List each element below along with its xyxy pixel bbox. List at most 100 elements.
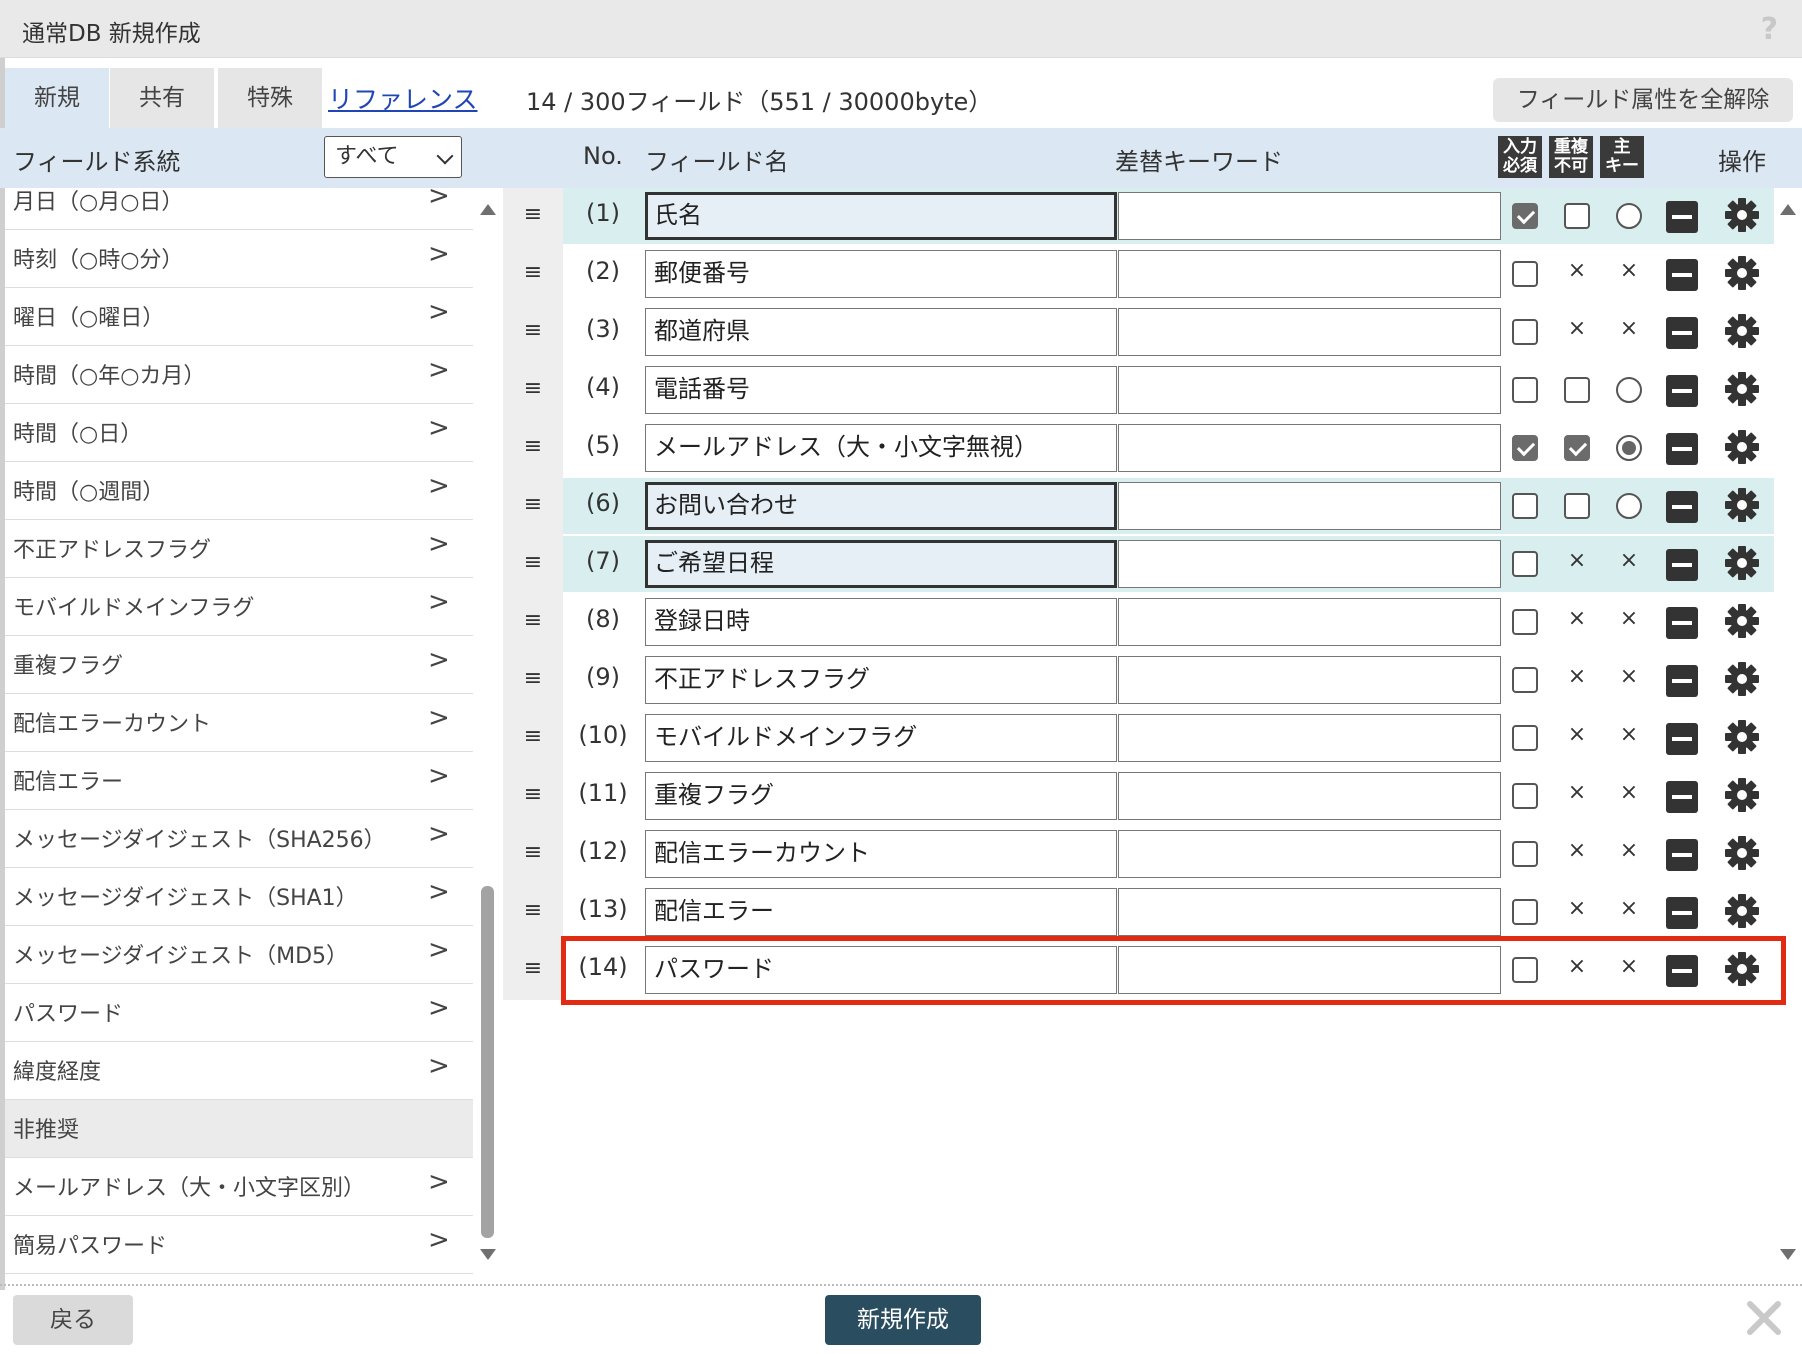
required-checkbox[interactable]: [1512, 841, 1538, 867]
keyword-input[interactable]: [1118, 192, 1501, 240]
back-button[interactable]: 戻る: [13, 1295, 133, 1345]
keyword-input[interactable]: [1118, 366, 1501, 414]
gear-icon[interactable]: [1723, 370, 1761, 408]
field-name-input[interactable]: 不正アドレスフラグ: [645, 656, 1117, 704]
field-category-item[interactable]: 月日（○月○日） >: [5, 188, 473, 230]
keyword-input[interactable]: [1118, 888, 1501, 936]
keyword-input[interactable]: [1118, 656, 1501, 704]
gear-icon[interactable]: [1723, 196, 1761, 234]
keyword-input[interactable]: [1118, 308, 1501, 356]
keyword-input[interactable]: [1118, 772, 1501, 820]
keyword-input[interactable]: [1118, 250, 1501, 298]
remove-field-button[interactable]: [1666, 491, 1698, 523]
field-name-input[interactable]: メールアドレス（大・小文字無視）: [645, 424, 1117, 472]
field-name-input[interactable]: ご希望日程: [645, 540, 1117, 588]
field-category-item[interactable]: メッセージダイジェスト（SHA256） >: [5, 810, 473, 868]
scroll-up-icon[interactable]: [480, 204, 496, 215]
remove-field-button[interactable]: [1666, 201, 1698, 233]
gear-icon[interactable]: [1723, 486, 1761, 524]
remove-field-button[interactable]: [1666, 317, 1698, 349]
keyword-input[interactable]: [1118, 830, 1501, 878]
clear-all-attributes-button[interactable]: フィールド属性を全解除: [1493, 78, 1793, 122]
scroll-down-icon[interactable]: [1780, 1249, 1796, 1260]
drag-handle-icon[interactable]: ≡: [503, 188, 563, 244]
create-button[interactable]: 新規作成: [825, 1295, 981, 1345]
left-scroll-thumb[interactable]: [481, 886, 494, 1238]
drag-handle-icon[interactable]: ≡: [503, 652, 563, 708]
field-category-item[interactable]: 不正アドレスフラグ >: [5, 520, 473, 578]
field-category-item[interactable]: メッセージダイジェスト（SHA1） >: [5, 868, 473, 926]
scroll-up-icon[interactable]: [1780, 204, 1796, 215]
left-scrollbar[interactable]: [476, 188, 500, 1276]
field-category-item[interactable]: 重複フラグ >: [5, 636, 473, 694]
remove-field-button[interactable]: [1666, 665, 1698, 697]
drag-handle-icon[interactable]: ≡: [503, 420, 563, 476]
gear-icon[interactable]: [1723, 254, 1761, 292]
unique-checkbox[interactable]: [1564, 377, 1590, 403]
drag-handle-icon[interactable]: ≡: [503, 768, 563, 824]
reference-link[interactable]: リファレンス: [328, 80, 478, 116]
keyword-input[interactable]: [1118, 598, 1501, 646]
remove-field-button[interactable]: [1666, 839, 1698, 871]
field-category-item[interactable]: 時刻（○時○分） >: [5, 230, 473, 288]
field-category-item[interactable]: メールアドレス（大・小文字区別） >: [5, 1158, 473, 1216]
scroll-down-icon[interactable]: [480, 1249, 496, 1260]
keyword-input[interactable]: [1118, 482, 1501, 530]
gear-icon[interactable]: [1723, 834, 1761, 872]
drag-handle-icon[interactable]: ≡: [503, 536, 563, 592]
drag-handle-icon[interactable]: ≡: [503, 478, 563, 534]
field-name-input[interactable]: 郵便番号: [645, 250, 1117, 298]
field-category-item[interactable]: 緯度経度 >: [5, 1042, 473, 1100]
field-category-item[interactable]: 配信エラーカウント >: [5, 694, 473, 752]
gear-icon[interactable]: [1723, 602, 1761, 640]
gear-icon[interactable]: [1723, 892, 1761, 930]
field-category-item[interactable]: 時間（○日） >: [5, 404, 473, 462]
drag-handle-icon[interactable]: ≡: [503, 246, 563, 302]
required-checkbox[interactable]: [1512, 899, 1538, 925]
drag-handle-icon[interactable]: ≡: [503, 362, 563, 418]
remove-field-button[interactable]: [1666, 259, 1698, 291]
required-checkbox[interactable]: [1512, 319, 1538, 345]
gear-icon[interactable]: [1723, 660, 1761, 698]
required-checkbox[interactable]: [1512, 261, 1538, 287]
gear-icon[interactable]: [1723, 428, 1761, 466]
remove-field-button[interactable]: [1666, 433, 1698, 465]
field-name-input[interactable]: モバイルドメインフラグ: [645, 714, 1117, 762]
required-checkbox[interactable]: [1512, 493, 1538, 519]
drag-handle-icon[interactable]: ≡: [503, 942, 563, 998]
remove-field-button[interactable]: [1666, 549, 1698, 581]
required-checkbox[interactable]: [1512, 435, 1538, 461]
required-checkbox[interactable]: [1512, 551, 1538, 577]
gear-icon[interactable]: [1723, 776, 1761, 814]
remove-field-button[interactable]: [1666, 897, 1698, 929]
keyword-input[interactable]: [1118, 540, 1501, 588]
field-category-item[interactable]: パスワード >: [5, 984, 473, 1042]
primary-key-radio[interactable]: [1616, 203, 1642, 229]
field-category-item[interactable]: メッセージダイジェスト（MD5） >: [5, 926, 473, 984]
required-checkbox[interactable]: [1512, 203, 1538, 229]
help-icon[interactable]: ?: [1761, 12, 1778, 47]
keyword-input[interactable]: [1118, 714, 1501, 762]
gear-icon[interactable]: [1723, 312, 1761, 350]
drag-handle-icon[interactable]: ≡: [503, 710, 563, 766]
required-checkbox[interactable]: [1512, 725, 1538, 751]
unique-checkbox[interactable]: [1564, 435, 1590, 461]
drag-handle-icon[interactable]: ≡: [503, 594, 563, 650]
primary-key-radio[interactable]: [1616, 493, 1642, 519]
required-checkbox[interactable]: [1512, 377, 1538, 403]
field-name-input[interactable]: 重複フラグ: [645, 772, 1117, 820]
field-category-item[interactable]: 時間（○年○カ月） >: [5, 346, 473, 404]
field-category-item[interactable]: 簡易パスワード >: [5, 1216, 473, 1274]
drag-handle-icon[interactable]: ≡: [503, 826, 563, 882]
remove-field-button[interactable]: [1666, 781, 1698, 813]
primary-key-radio[interactable]: [1616, 377, 1642, 403]
field-name-input[interactable]: 電話番号: [645, 366, 1117, 414]
remove-field-button[interactable]: [1666, 607, 1698, 639]
field-name-input[interactable]: お問い合わせ: [645, 482, 1117, 530]
keyword-input[interactable]: [1118, 424, 1501, 472]
right-scrollbar[interactable]: [1776, 188, 1800, 1276]
tab-new[interactable]: 新規: [5, 68, 109, 128]
tab-special[interactable]: 特殊: [218, 68, 322, 128]
field-name-input[interactable]: 氏名: [645, 192, 1117, 240]
category-filter-select[interactable]: すべて: [324, 136, 462, 178]
